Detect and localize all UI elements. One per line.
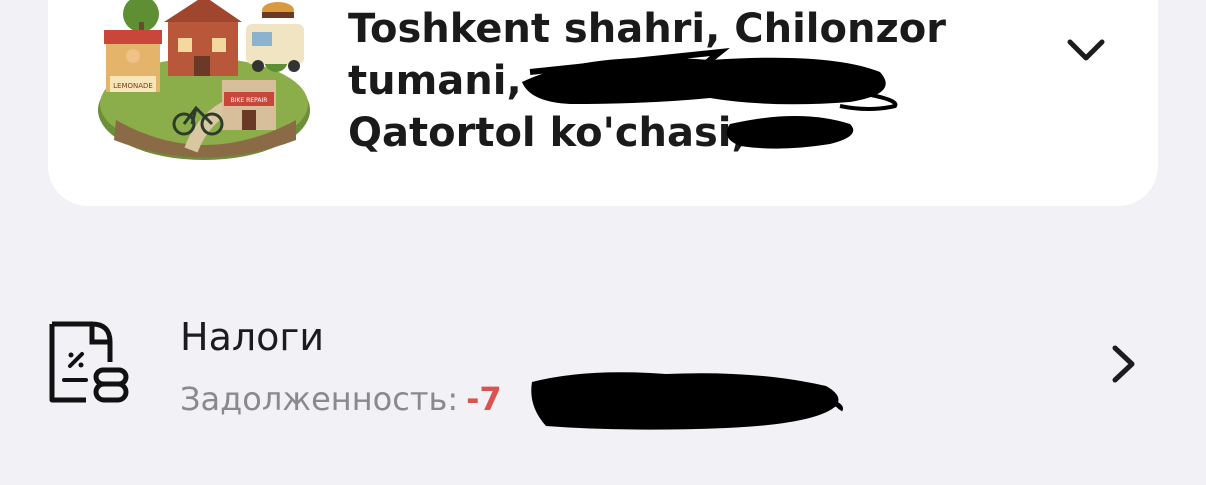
shop-village-illustration: LEMONADE BIKE REPAIR [98,0,310,160]
tax-document-icon [49,321,129,403]
redaction-mark-debt [531,372,843,430]
redaction-mark-address [522,47,898,149]
debt-line: Задолженность: -7 [180,380,502,418]
tax-title: Налоги [180,315,325,359]
debt-value: -7 [466,380,502,418]
chevron-right-icon[interactable] [1108,344,1138,384]
bike-repair-sign: BIKE REPAIR [231,97,268,104]
lemonade-sign: LEMONADE [113,82,153,90]
chevron-down-icon[interactable] [1066,36,1106,66]
debt-label: Задолженность: [180,380,459,418]
